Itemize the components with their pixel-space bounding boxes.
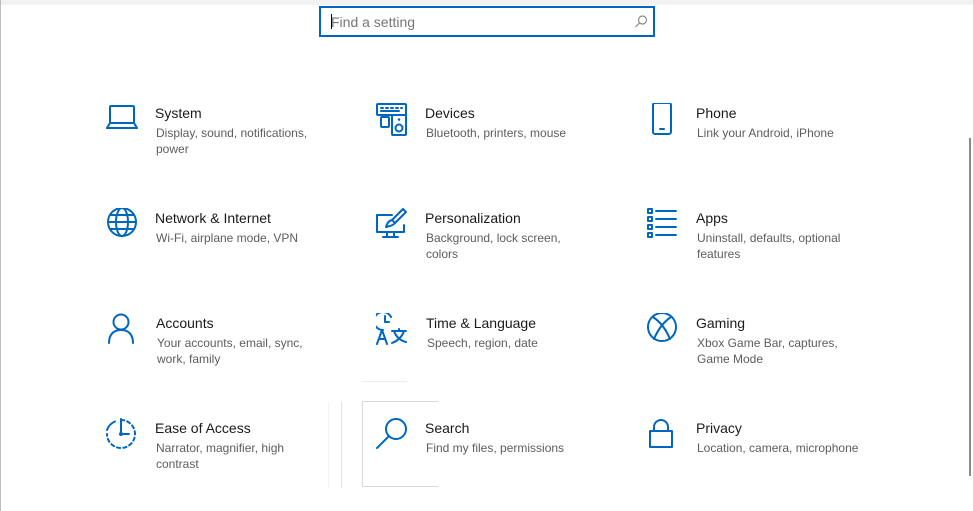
magnifier-icon[interactable] [633, 14, 649, 30]
apps-list-icon [647, 208, 677, 238]
title-bar-strip [0, 0, 974, 5]
tile-search[interactable]: Search Find my files, permissions [375, 418, 635, 498]
paint-monitor-icon [376, 208, 407, 238]
tile-ease-of-access-desc: Narrator, magnifier, high contrast [156, 441, 285, 471]
phone-icon [652, 103, 672, 135]
tile-apps-desc: Uninstall, defaults, optional features [697, 231, 841, 261]
tile-phone[interactable]: Phone Link your Android, iPhone [646, 103, 906, 183]
tile-apps[interactable]: Apps Uninstall, defaults, optional featu… [646, 208, 906, 288]
tile-personalization-desc: Background, lock screen, colors [426, 231, 561, 261]
globe-icon [107, 208, 137, 237]
tile-privacy[interactable]: Privacy Location, camera, microphone [646, 418, 906, 498]
tile-ease-of-access-title: Ease of Access [155, 420, 251, 436]
tile-accounts[interactable]: Accounts Your accounts, email, sync, wor… [106, 313, 366, 393]
text-caret [331, 14, 332, 29]
window-left-border [0, 0, 1, 511]
tile-accounts-desc: Your accounts, email, sync, work, family [157, 336, 303, 366]
tile-gaming-desc: Xbox Game Bar, captures, Game Mode [697, 336, 838, 366]
tile-search-title: Search [425, 420, 470, 436]
laptop-icon [106, 105, 138, 129]
tile-personalization[interactable]: Personalization Background, lock screen,… [375, 208, 635, 288]
tile-time-language[interactable]: Time & Language Speech, region, date [376, 313, 636, 393]
tile-time-language-desc: Speech, region, date [427, 336, 538, 350]
tile-network-title: Network & Internet [155, 210, 271, 226]
tile-apps-title: Apps [696, 210, 728, 226]
search-icon [376, 418, 407, 449]
tile-network[interactable]: Network & Internet Wi-Fi, airplane mode,… [105, 208, 365, 288]
tile-privacy-title: Privacy [696, 420, 742, 436]
tile-phone-desc: Link your Android, iPhone [697, 126, 834, 140]
tile-devices-desc: Bluetooth, printers, mouse [426, 126, 567, 140]
lock-icon [649, 419, 673, 448]
find-setting-search-box[interactable] [319, 6, 655, 37]
tile-gaming-title: Gaming [696, 315, 746, 331]
person-icon [108, 313, 134, 344]
tile-gaming[interactable]: Gaming Xbox Game Bar, captures, Game Mod… [646, 313, 906, 393]
search-input[interactable] [331, 8, 621, 35]
vertical-scrollbar[interactable] [969, 138, 971, 476]
tile-system[interactable]: System Display, sound, notifications, po… [105, 103, 365, 183]
tile-time-language-title: Time & Language [426, 315, 536, 331]
tile-devices[interactable]: Devices Bluetooth, printers, mouse [375, 103, 635, 183]
tile-hover-edge [362, 381, 407, 382]
tile-devices-title: Devices [425, 105, 475, 121]
tile-ease-of-access[interactable]: Ease of Access Narrator, magnifier, high… [105, 418, 365, 498]
tile-privacy-desc: Location, camera, microphone [697, 441, 859, 455]
xbox-icon [647, 313, 677, 342]
devices-icon [376, 103, 407, 136]
tile-system-title: System [155, 105, 202, 121]
tile-network-desc: Wi-Fi, airplane mode, VPN [156, 231, 299, 245]
tile-phone-title: Phone [696, 105, 737, 121]
tile-accounts-title: Accounts [156, 315, 214, 331]
tile-personalization-title: Personalization [425, 210, 521, 226]
time-language-icon [376, 313, 407, 345]
ease-of-access-icon [106, 418, 136, 449]
tile-search-desc: Find my files, permissions [426, 441, 565, 455]
tile-system-desc: Display, sound, notifications, power [156, 126, 308, 156]
